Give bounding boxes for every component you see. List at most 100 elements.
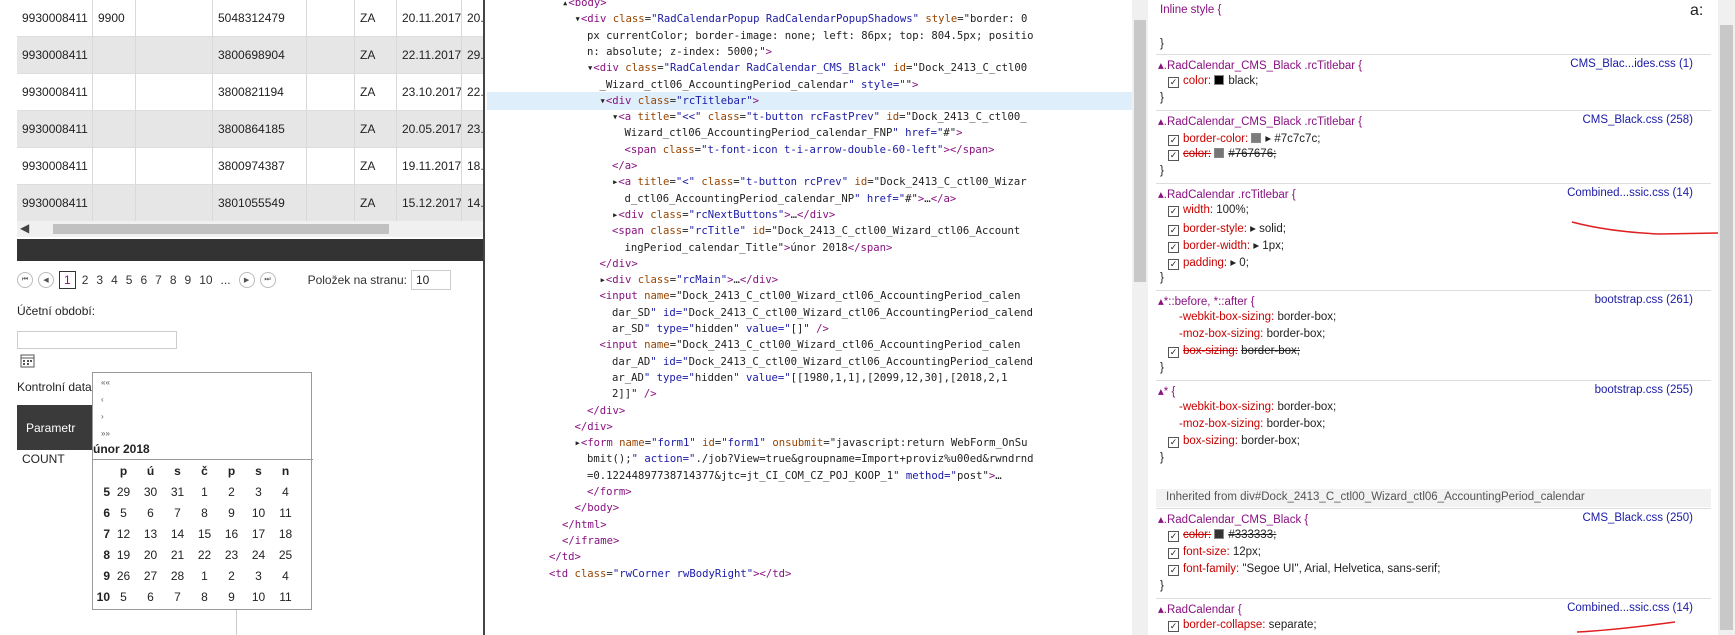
- page-size-select[interactable]: 10: [410, 270, 451, 290]
- dom-node-line[interactable]: ▸<div class="rcMain">…</div>: [600, 271, 779, 289]
- dom-node-line[interactable]: </body>: [575, 499, 620, 517]
- calendar-day[interactable]: 1: [191, 569, 218, 583]
- dom-node-line[interactable]: ▾<div class="RadCalendarPopup RadCalenda…: [575, 10, 1028, 28]
- style-property[interactable]: ✓ font-size: 12px;: [1168, 546, 1261, 559]
- rule-source-link[interactable]: bootstrap.css (255): [1595, 384, 1693, 396]
- calendar-day[interactable]: 4: [272, 485, 299, 499]
- table-row[interactable]: 9930008411 3800864185 ZA20.05.2017 23.04.2: [17, 111, 483, 148]
- property-checkbox[interactable]: ✓: [1168, 242, 1179, 253]
- calendar-day[interactable]: 3: [245, 569, 272, 583]
- calendar-day[interactable]: 11: [272, 506, 299, 520]
- styles-toggle[interactable]: a:: [1690, 2, 1703, 20]
- dom-node-line[interactable]: <span class="t-font-icon t-i-arrow-doubl…: [625, 141, 995, 159]
- color-swatch[interactable]: [1214, 529, 1225, 539]
- calendar-day[interactable]: 3: [245, 485, 272, 499]
- calendar-day[interactable]: 20: [137, 548, 164, 562]
- style-property[interactable]: ✓ border-color: ▸ #7c7c7c;: [1168, 131, 1320, 146]
- dom-node-line[interactable]: <input name="Dock_2413_C_ctl00_Wizard_ct…: [600, 336, 1021, 354]
- last-page-button[interactable]: ⏭: [259, 272, 276, 288]
- calendar-day[interactable]: 2: [218, 569, 245, 583]
- calendar-day[interactable]: 22: [191, 548, 218, 562]
- calendar-day[interactable]: 8: [191, 506, 218, 520]
- calendar-day[interactable]: 31: [164, 485, 191, 499]
- page-link[interactable]: ...: [221, 273, 231, 287]
- calendar-day[interactable]: 11: [272, 590, 299, 604]
- property-checkbox[interactable]: ✓: [1168, 621, 1179, 632]
- property-checkbox[interactable]: ✓: [1168, 437, 1179, 448]
- rule-source-link[interactable]: Combined...ssic.css (14): [1567, 187, 1693, 199]
- first-page-button[interactable]: ⏮: [17, 272, 33, 288]
- inherited-header[interactable]: Inherited from div#Dock_2413_C_ctl00_Wiz…: [1156, 489, 1711, 507]
- page-link[interactable]: 9: [185, 273, 192, 287]
- property-checkbox[interactable]: ✓: [1168, 548, 1179, 559]
- calendar-day[interactable]: 30: [137, 485, 164, 499]
- style-property[interactable]: ✓ color: #333333;: [1168, 529, 1276, 542]
- calendar-day[interactable]: 12: [110, 527, 137, 541]
- calendar-day[interactable]: 2: [218, 485, 245, 499]
- dom-node-line[interactable]: </div>: [587, 402, 625, 420]
- dom-node-line[interactable]: ▾<div class="rcTitlebar">: [487, 91, 1134, 110]
- page-link[interactable]: 3: [96, 273, 103, 287]
- calendar-day[interactable]: 5: [110, 590, 137, 604]
- calendar-day[interactable]: 23: [218, 548, 245, 562]
- page-link[interactable]: 2: [82, 273, 89, 287]
- calendar-day[interactable]: 13: [137, 527, 164, 541]
- dom-node-line[interactable]: _Wizard_ctl06_AccountingPeriod_calendar"…: [600, 76, 919, 94]
- property-checkbox[interactable]: ✓: [1168, 206, 1179, 217]
- period-input[interactable]: [17, 331, 177, 349]
- calendar-day[interactable]: 6: [137, 506, 164, 520]
- dom-node-line[interactable]: dar_AD" id="Dock_2413_C_ctl00_Wizard_ctl…: [612, 353, 1033, 371]
- style-property[interactable]: -moz-box-sizing: border-box;: [1179, 418, 1325, 430]
- calendar-day[interactable]: 7: [164, 590, 191, 604]
- rule-selector[interactable]: ▴* {: [1158, 384, 1175, 398]
- rule-source-link[interactable]: bootstrap.css (261): [1595, 294, 1693, 306]
- table-row[interactable]: 9930008411 3800974387 ZA19.11.2017 18.11.2: [17, 148, 483, 185]
- dom-node-line[interactable]: </iframe>: [562, 532, 619, 550]
- property-checkbox[interactable]: ✓: [1168, 565, 1179, 576]
- dom-node-line[interactable]: ingPeriod_calendar_Title">únor 2018</spa…: [625, 239, 893, 257]
- color-swatch[interactable]: [1251, 133, 1262, 143]
- style-property[interactable]: ✓ font-family: "Segoe UI", Arial, Helveti…: [1168, 563, 1440, 576]
- style-property[interactable]: -webkit-box-sizing: border-box;: [1179, 401, 1336, 413]
- style-property[interactable]: ✓ box-sizing: border-box;: [1168, 345, 1300, 358]
- calendar-day[interactable]: 26: [110, 569, 137, 583]
- table-row[interactable]: 9930008411 3800821194 ZA23.10.2017 22.10.2: [17, 74, 483, 111]
- page-link[interactable]: 10: [199, 273, 212, 287]
- calendar-day[interactable]: 15: [191, 527, 218, 541]
- style-property[interactable]: ✓ box-sizing: border-box;: [1168, 435, 1300, 448]
- property-checkbox[interactable]: ✓: [1168, 259, 1179, 270]
- dom-node-line[interactable]: dar_SD" id="Dock_2413_C_ctl00_Wizard_ctl…: [612, 304, 1033, 322]
- fast-prev-icon[interactable]: ««: [101, 378, 110, 387]
- dom-node-line[interactable]: =0.12244897738714377&jtc=jt_CI_COM_CZ_PO…: [587, 467, 1002, 485]
- fast-next-icon[interactable]: »»: [101, 429, 110, 438]
- calendar-day[interactable]: 4: [272, 569, 299, 583]
- dom-node-line[interactable]: </a>: [612, 157, 638, 175]
- prev-page-button[interactable]: ◀: [38, 272, 54, 288]
- page-link[interactable]: 5: [126, 273, 133, 287]
- dom-node-line[interactable]: ▾<div class="RadCalendar RadCalendar_CMS…: [587, 59, 1027, 77]
- prev-icon[interactable]: ‹: [101, 395, 104, 404]
- dom-node-line[interactable]: 2]]" />: [612, 385, 657, 403]
- dom-node-line[interactable]: n: absolute; z-index: 5000;">: [587, 43, 772, 61]
- dom-node-line[interactable]: </div>: [575, 418, 613, 436]
- dom-node-line[interactable]: </html>: [562, 516, 607, 534]
- property-checkbox[interactable]: ✓: [1168, 77, 1179, 88]
- style-property[interactable]: ✓ border-collapse: separate;: [1168, 619, 1317, 632]
- next-icon[interactable]: ›: [101, 412, 104, 421]
- calendar-day[interactable]: 6: [137, 590, 164, 604]
- dom-node-line[interactable]: ar_SD" type="hidden" value="[]" />: [612, 320, 829, 338]
- dom-node-line[interactable]: ▾<a title="<<" class="t-button rcFastPre…: [612, 108, 1027, 126]
- style-property[interactable]: ✓ color: #767676;: [1168, 148, 1276, 161]
- dom-node-line[interactable]: Wizard_ctl06_AccountingPeriod_calendar_F…: [625, 124, 963, 142]
- calendar-day[interactable]: 9: [218, 590, 245, 604]
- page-link[interactable]: 6: [140, 273, 147, 287]
- rule-source-link[interactable]: CMS_Black.css (250): [1582, 512, 1693, 524]
- property-checkbox[interactable]: ✓: [1168, 135, 1179, 146]
- styles-scrollbar-thumb[interactable]: [1720, 25, 1733, 630]
- rule-selector[interactable]: ▴.RadCalendar {: [1158, 602, 1242, 616]
- property-checkbox[interactable]: ✓: [1168, 347, 1179, 358]
- calendar-day[interactable]: 19: [110, 548, 137, 562]
- rule-source-link[interactable]: Combined...ssic.css (14): [1567, 602, 1693, 614]
- style-property[interactable]: ✓ padding: ▸ 0;: [1168, 255, 1249, 270]
- dom-node-line[interactable]: ar_AD" type="hidden" value="[[1980,1,1],…: [612, 369, 1007, 387]
